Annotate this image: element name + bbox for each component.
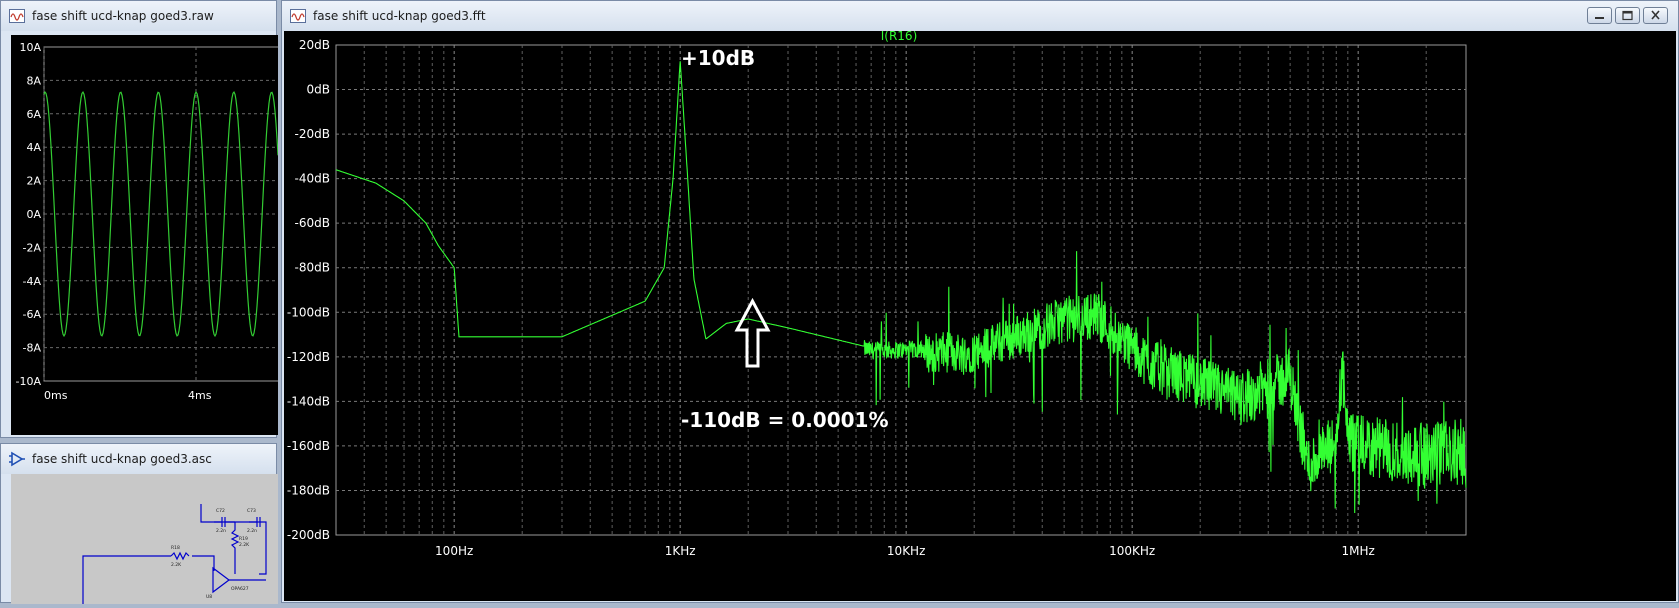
y-tick-label: -120dB (287, 350, 330, 364)
peak-annotation: +10dB (681, 46, 755, 70)
maximize-button[interactable] (1615, 7, 1640, 24)
raw-window-title: fase shift ucd-knap goed3.raw (32, 9, 214, 23)
axis-tick-labels: 20dB 0dB -20dB -40dB -60dB -80dB -100dB -120dB -… (287, 38, 1375, 558)
raw-y-tick-label: 8A (26, 74, 41, 87)
raw-time-plot: 10A 8A 6A 4A 2A 0A -2A -4A -6A -8A -10A0ms 4ms (16, 41, 281, 402)
schematic-label-r19: R19 (239, 536, 248, 542)
raw-plot-area[interactable]: 10A 8A 6A 4A 2A 0A -2A -4A -6A -8A -10A 0ms 4ms (11, 35, 281, 435)
y-tick-label: -200dB (287, 528, 330, 542)
raw-y-tick-label: 6A (26, 108, 41, 121)
y-tick-label: -100dB (287, 305, 330, 319)
waveform-window-icon (290, 9, 306, 23)
raw-y-tick-label: 0A (26, 208, 41, 221)
raw-x-tick-label: 4ms (188, 389, 212, 402)
minimize-icon (1595, 17, 1604, 19)
schematic-label-opamp: OPA627 (231, 586, 249, 592)
x-tick-label: 1MHz (1342, 544, 1375, 558)
y-tick-label: -80dB (295, 261, 330, 275)
raw-y-tick-label: -2A (23, 241, 42, 254)
schematic-drawing: R18 2.2K C72 2.2n C73 2.2n R19 2.2K OPA6… (82, 504, 267, 604)
y-tick-label: -60dB (295, 216, 330, 230)
resistor-r18 (170, 551, 190, 561)
noise-floor-annotation: -110dB = 0.0001% (681, 408, 889, 432)
y-tick-label: -160dB (287, 439, 330, 453)
wire-feedback-top (200, 504, 267, 575)
fft-window[interactable]: fase shift ucd-knap goed3.fft I(R16) 20d… (281, 0, 1679, 603)
waveform-window-icon (9, 9, 25, 23)
y-tick-label: -20dB (295, 127, 330, 141)
schematic-label-u8: U8 (206, 594, 212, 600)
y-tick-label: -40dB (295, 172, 330, 186)
capacitor-c72 (214, 517, 235, 527)
schematic-label-r19-value: 2.2K (239, 542, 250, 548)
schematic-label-c72-value: 2.2n (216, 528, 226, 534)
x-tick-label: 10KHz (887, 544, 925, 558)
raw-x-tick-label: 0ms (44, 389, 68, 402)
minimize-button[interactable] (1587, 7, 1612, 24)
x-tick-label: 1KHz (665, 544, 696, 558)
asc-window-titlebar[interactable]: fase shift ucd-knap goed3.asc (1, 444, 276, 474)
x-tick-label: 100Hz (435, 544, 473, 558)
y-tick-label: 0dB (307, 83, 330, 97)
y-tick-label: -180dB (287, 483, 330, 497)
raw-y-tick-label: 2A (26, 175, 41, 188)
trace-label[interactable]: I(R16) (881, 29, 918, 43)
y-tick-label: -140dB (287, 394, 330, 408)
plot-frame (335, 44, 1467, 536)
wire-input (82, 555, 171, 604)
fft-window-title: fase shift ucd-knap goed3.fft (313, 9, 486, 23)
fft-plot-area[interactable]: I(R16) 20dB 0dB -20dB -40dB -60dB -80dB -100dB… (284, 29, 1676, 601)
schematic-window-icon (9, 451, 25, 467)
y-tick-label: 20dB (299, 38, 330, 52)
schematic-label-r18: R18 (171, 545, 180, 551)
window-controls (1587, 7, 1668, 24)
asc-window-title: fase shift ucd-knap goed3.asc (32, 452, 212, 466)
close-button[interactable] (1643, 7, 1668, 24)
schematic-label-r18-value: 2.2K (171, 562, 182, 568)
schematic-label-c73: C73 (247, 508, 256, 514)
raw-y-tick-label: -8A (23, 342, 42, 355)
x-tick-label: 100KHz (1109, 544, 1155, 558)
raw-y-tick-label: -4A (23, 275, 42, 288)
maximize-icon (1622, 10, 1633, 21)
raw-y-tick-label: -6A (23, 308, 42, 321)
raw-y-tick-label: -10A (16, 375, 42, 388)
wire-to-opamp (192, 555, 215, 571)
up-arrow-annotation (734, 297, 771, 368)
fft-spectrum-chart[interactable]: I(R16) 20dB 0dB -20dB -40dB -60dB -80dB -100dB… (284, 29, 1676, 601)
spectrum-trace (335, 61, 1467, 514)
raw-window[interactable]: fase shift ucd-knap goed3.raw 10A 8A 6A 4A 2… (0, 0, 281, 438)
asc-window[interactable]: fase shift ucd-knap goed3.asc R18 2.2K C… (0, 443, 278, 604)
opamp-u8 (212, 566, 230, 594)
spectrum-trace-line (335, 61, 1467, 514)
raw-window-titlebar[interactable]: fase shift ucd-knap goed3.raw (1, 1, 276, 31)
close-icon (1651, 10, 1660, 20)
resistor-r19 (230, 522, 240, 574)
schematic-label-c73-value: 2.2n (247, 528, 257, 534)
raw-y-tick-label: 4A (26, 141, 41, 154)
grid-lines (335, 44, 1467, 536)
raw-y-tick-label: 10A (19, 41, 41, 54)
schematic-label-c72: C72 (216, 508, 225, 514)
schematic-canvas[interactable]: R18 2.2K C72 2.2n C73 2.2n R19 2.2K OPA6… (11, 474, 278, 604)
fft-window-titlebar[interactable]: fase shift ucd-knap goed3.fft (282, 1, 1678, 31)
